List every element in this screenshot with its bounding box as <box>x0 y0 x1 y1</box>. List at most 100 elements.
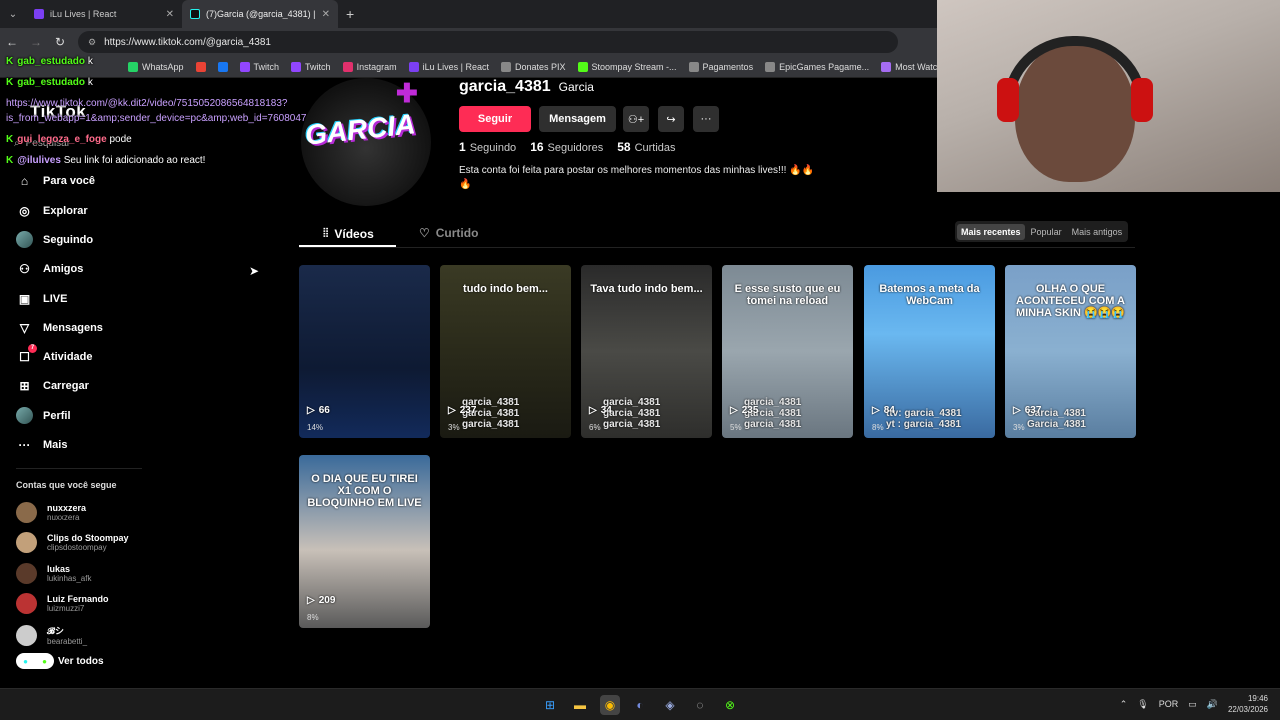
profile-username: garcia_4381 <box>459 78 551 95</box>
bookmark-item[interactable]: Twitch <box>239 61 280 72</box>
message-button[interactable]: Mensagem <box>539 106 616 132</box>
account-name: nuxxzera <box>47 503 87 513</box>
view-count: ▷ 237 <box>448 405 476 416</box>
video-caption: OLHA O QUE ACONTECEU COM A MINHA SKIN 😭😭… <box>1015 283 1126 319</box>
browser-tab-active[interactable]: (7)Garcia (@garcia_4381) | TikT… ✕ <box>182 0 338 28</box>
chevron-up-icon[interactable]: ⌃ <box>1120 699 1128 710</box>
video-watermark: ttv: garcia_4381 yt : garcia_4381 <box>886 408 962 430</box>
bookmark-item[interactable] <box>195 61 206 72</box>
followed-account[interactable]: 𝓑シ bearabetti_ <box>16 624 87 646</box>
back-icon[interactable]: ← <box>0 35 24 49</box>
video-thumbnail[interactable]: O DIA QUE EU TIREI X1 COM O BLOQUINHO EM… <box>299 455 430 628</box>
sort-option[interactable]: Mais recentes <box>957 223 1025 240</box>
sidebar-item-label: Mais <box>43 438 68 451</box>
bookmark-item[interactable]: iLu Lives | React <box>408 61 489 72</box>
followed-account[interactable]: Clips do Stoompay clipsdostoompay <box>16 532 129 553</box>
chrome-icon[interactable]: ◉ <box>600 695 620 715</box>
bookmark-label: Twitch <box>305 61 331 72</box>
microphone-icon[interactable]: 🎙 <box>1137 699 1148 710</box>
video-thumbnail[interactable]: ▷ 66 14% <box>299 265 430 438</box>
play-icon: ▷ <box>1013 405 1021 416</box>
video-thumbnail[interactable]: E esse susto que eu tomei na reload garci… <box>722 265 853 438</box>
stat-following[interactable]: 1 Seguindo <box>459 140 516 154</box>
app-icon[interactable]: ◈ <box>660 695 680 715</box>
video-thumbnail[interactable]: Batemos a meta da WebCam ttv: garcia_4381… <box>864 265 995 438</box>
video-caption: tudo indo bem... <box>463 283 548 295</box>
discord-icon[interactable]: ◐ <box>630 695 650 715</box>
followed-account[interactable]: lukas lukinhas_afk <box>16 563 91 584</box>
bookmark-favicon-icon <box>195 61 206 72</box>
chat-text: k <box>87 56 93 67</box>
sidebar-item-label: Perfil <box>43 409 71 422</box>
messages-icon: ▽ <box>19 320 30 335</box>
sidebar-item-amigos[interactable]: ⚇ Amigos <box>16 260 83 277</box>
bookmark-label: EpicGames Pagame... <box>779 61 870 72</box>
sidebar-item-perfil[interactable]: Perfil <box>16 407 71 424</box>
bookmark-label: Twitch <box>253 61 280 72</box>
reload-icon[interactable]: ↻ <box>48 35 72 49</box>
windows-start-icon[interactable]: ⊞ <box>540 695 560 715</box>
play-icon: ▷ <box>307 405 315 416</box>
bookmark-item[interactable] <box>217 61 228 72</box>
forward-icon[interactable]: → <box>24 35 48 49</box>
video-thumbnail[interactable]: tudo indo bem... garcia_4381 garcia_4381 … <box>440 265 571 438</box>
tiktok-sidebar: TikTok ⌕ Pesquisar ⌂ Para você ◎ Explorar Se… <box>0 78 290 688</box>
url-text: https://www.tiktok.com/@garcia_4381 <box>104 36 271 48</box>
bookmark-item[interactable]: Donates PIX <box>500 61 566 72</box>
site-info-icon[interactable]: ⚙ <box>88 37 96 48</box>
followed-account[interactable]: nuxxzera nuxxzera <box>16 502 86 523</box>
tab-liked[interactable]: ♡ Curtido <box>419 226 478 240</box>
toggle-icon[interactable]: ● ● <box>16 653 54 669</box>
tab-close-icon[interactable]: ✕ <box>322 9 330 20</box>
bookmark-item[interactable]: Twitch <box>291 61 331 72</box>
sidebar-item-carregar[interactable]: ⊞ Carregar <box>16 377 88 394</box>
view-count: ▷ 209 <box>307 595 335 606</box>
volume-icon[interactable]: 🔊 <box>1207 699 1218 710</box>
language-indicator[interactable]: POR <box>1159 699 1179 709</box>
add-friend-icon[interactable]: ⚇+ <box>623 106 649 132</box>
sidebar-item-explorar[interactable]: ◎ Explorar <box>16 202 88 219</box>
bookmark-item[interactable]: Instagram <box>342 61 397 72</box>
bookmark-item[interactable]: Stoompay Stream -... <box>577 61 677 72</box>
avatar-x-mark-icon: ✚ <box>396 78 418 108</box>
new-tab-icon[interactable]: + <box>338 6 362 22</box>
see-all-link[interactable]: ● ● Ver todos <box>16 653 104 669</box>
sidebar-item-mensagens[interactable]: ▽ Mensagens <box>16 319 103 336</box>
video-thumbnail[interactable]: Tava tudo indo bem... garcia_4381 garcia_… <box>581 265 712 438</box>
tab-videos[interactable]: ⦙⦙ Vídeos <box>323 226 374 241</box>
bookmark-item[interactable]: EpicGames Pagame... <box>765 61 870 72</box>
more-options-icon[interactable]: ··· <box>693 106 719 132</box>
browser-tab[interactable]: iLu Lives | React ✕ <box>26 0 182 28</box>
share-icon[interactable]: ↪ <box>658 106 684 132</box>
file-explorer-icon[interactable]: ▬ <box>570 695 590 715</box>
followed-account[interactable]: Luiz Fernando luizmuzzi7 <box>16 593 109 614</box>
sidebar-item-label: Explorar <box>43 204 88 217</box>
account-handle: nuxxzera <box>47 513 80 522</box>
view-count: ▷ 34 <box>589 405 612 416</box>
stat-followers[interactable]: 16 Seguidores <box>530 140 603 154</box>
sidebar-item-seguindo[interactable]: Seguindo <box>16 231 93 248</box>
sidebar-item-live[interactable]: ▣ LIVE <box>16 290 68 307</box>
follow-button[interactable]: Seguir <box>459 106 531 132</box>
activity-icon: ☐ 7 <box>16 344 37 365</box>
clock[interactable]: 19:46 22/03/2026 <box>1228 693 1268 715</box>
network-icon[interactable]: ▭ <box>1188 699 1197 710</box>
obs-icon[interactable]: ◌ <box>690 695 710 715</box>
bookmark-favicon-icon <box>500 61 511 72</box>
xbox-icon[interactable]: ⊗ <box>720 695 740 715</box>
sort-option[interactable]: Mais antigos <box>1068 224 1127 240</box>
view-count: ▷ 84 <box>872 405 895 416</box>
webcam-overlay <box>937 0 1280 192</box>
video-thumbnail[interactable]: OLHA O QUE ACONTECEU COM A MINHA SKIN 😭😭… <box>1005 265 1136 438</box>
tab-search-chevron-icon[interactable]: ⌄ <box>0 0 26 28</box>
bookmark-item[interactable]: Pagamentos <box>688 61 753 72</box>
url-field[interactable]: ⚙ https://www.tiktok.com/@garcia_4381 <box>78 31 898 53</box>
sidebar-item-atividade[interactable]: ☐ 7 Atividade <box>16 344 93 365</box>
sidebar-item-para-você[interactable]: ⌂ Para você <box>16 172 95 189</box>
tab-close-icon[interactable]: ✕ <box>166 9 174 20</box>
view-count-value: 235 <box>741 405 759 416</box>
sort-option[interactable]: Popular <box>1027 224 1066 240</box>
sidebar-item-mais[interactable]: ··· Mais <box>16 436 68 453</box>
following-avatar-icon <box>16 231 33 248</box>
bookmark-item[interactable]: WhatsApp <box>128 61 184 72</box>
